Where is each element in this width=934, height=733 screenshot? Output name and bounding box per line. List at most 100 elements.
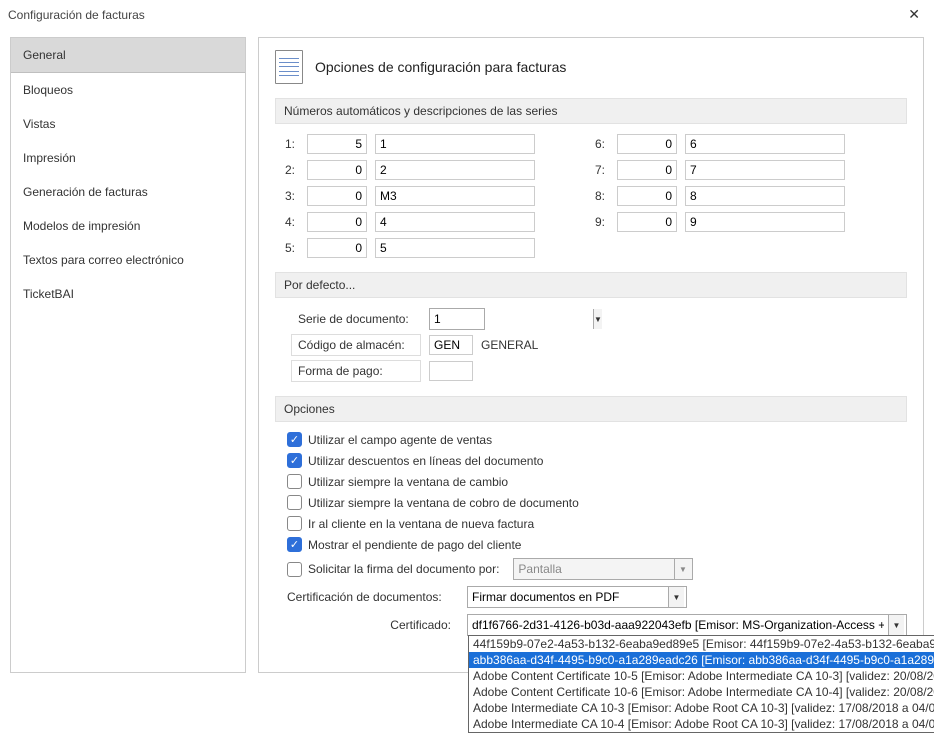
- sidebar-item-6[interactable]: Textos para correo electrónico: [11, 243, 245, 277]
- sidebar-item-1[interactable]: Bloqueos: [11, 73, 245, 107]
- series-num-input[interactable]: [617, 134, 677, 154]
- series-idx: 1:: [285, 137, 299, 151]
- option-checkbox-4[interactable]: [287, 516, 302, 531]
- cert-mode-label: Certificación de documentos:: [287, 590, 457, 604]
- sidebar-item-0[interactable]: General: [11, 38, 245, 73]
- cert-label: Certificado:: [287, 618, 457, 632]
- option-checkbox-2[interactable]: [287, 474, 302, 489]
- cert-select-value[interactable]: [468, 615, 888, 635]
- series-grid: 1: 2: 3: 4: 5: 6: 7: 8: 9:: [275, 134, 907, 258]
- section-defaults-title: Por defecto...: [275, 272, 907, 298]
- sidebar-item-5[interactable]: Modelos de impresión: [11, 209, 245, 243]
- option-checkbox-0[interactable]: ✓: [287, 432, 302, 447]
- cert-dropdown-item-1[interactable]: abb386aa-d34f-4495-b9c0-a1a289eadc26 [Em…: [469, 652, 934, 668]
- series-num-input[interactable]: [307, 212, 367, 232]
- chevron-down-icon[interactable]: ▼: [668, 587, 684, 607]
- sidebar-item-2[interactable]: Vistas: [11, 107, 245, 141]
- series-idx: 9:: [595, 215, 609, 229]
- series-desc-input[interactable]: [685, 186, 845, 206]
- serie-select-value[interactable]: [430, 309, 593, 329]
- cert-mode-value[interactable]: [468, 587, 668, 607]
- series-row-9: 9:: [595, 212, 845, 232]
- option-label-2: Utilizar siempre la ventana de cambio: [308, 475, 508, 489]
- series-row-4: 4:: [285, 212, 535, 232]
- chevron-down-icon[interactable]: ▼: [674, 559, 690, 579]
- series-row-1: 1:: [285, 134, 535, 154]
- sidebar-item-7[interactable]: TicketBAI: [11, 277, 245, 311]
- series-idx: 3:: [285, 189, 299, 203]
- option-label-1: Utilizar descuentos en líneas del docume…: [308, 454, 543, 468]
- cert-dropdown-item-5[interactable]: Adobe Intermediate CA 10-4 [Emisor: Adob…: [469, 716, 934, 732]
- firma-medium-value[interactable]: [514, 559, 674, 579]
- option-row-6: Solicitar la firma del documento por: ▼: [287, 558, 907, 580]
- series-idx: 5:: [285, 241, 299, 255]
- series-num-input[interactable]: [307, 186, 367, 206]
- firma-medium-select[interactable]: ▼: [513, 558, 693, 580]
- option-label-0: Utilizar el campo agente de ventas: [308, 433, 492, 447]
- option-label-5: Mostrar el pendiente de pago del cliente: [308, 538, 521, 552]
- series-idx: 2:: [285, 163, 299, 177]
- sidebar-item-4[interactable]: Generación de facturas: [11, 175, 245, 209]
- content: GeneralBloqueosVistasImpresiónGeneración…: [0, 33, 934, 683]
- sidebar: GeneralBloqueosVistasImpresiónGeneración…: [10, 37, 246, 673]
- series-num-input[interactable]: [617, 160, 677, 180]
- series-idx: 7:: [595, 163, 609, 177]
- chevron-down-icon[interactable]: ▼: [888, 615, 904, 635]
- series-row-3: 3:: [285, 186, 535, 206]
- fpago-field[interactable]: [429, 361, 473, 381]
- series-desc-input[interactable]: [375, 238, 535, 258]
- almacen-label: Código de almacén:: [291, 334, 421, 356]
- option-row-2: Utilizar siempre la ventana de cambio: [287, 474, 907, 489]
- option-label-4: Ir al cliente en la ventana de nueva fac…: [308, 517, 534, 531]
- series-desc-input[interactable]: [685, 134, 845, 154]
- series-num-input[interactable]: [307, 238, 367, 258]
- option-row-4: Ir al cliente en la ventana de nueva fac…: [287, 516, 907, 531]
- option-checkbox-3[interactable]: [287, 495, 302, 510]
- serie-select[interactable]: ▼: [429, 308, 485, 330]
- cert-dropdown-item-3[interactable]: Adobe Content Certificate 10-6 [Emisor: …: [469, 684, 934, 700]
- close-icon[interactable]: ✕: [902, 6, 926, 23]
- almacen-desc: GENERAL: [481, 338, 538, 352]
- option-checkbox-6[interactable]: [287, 562, 302, 577]
- almacen-field[interactable]: [429, 335, 473, 355]
- series-row-2: 2:: [285, 160, 535, 180]
- option-checkbox-1[interactable]: ✓: [287, 453, 302, 468]
- series-desc-input[interactable]: [685, 212, 845, 232]
- panel-title: Opciones de configuración para facturas: [315, 59, 566, 75]
- option-row-3: Utilizar siempre la ventana de cobro de …: [287, 495, 907, 510]
- window-title: Configuración de facturas: [8, 8, 145, 22]
- panel-header: Opciones de configuración para facturas: [275, 50, 907, 84]
- option-checkbox-5[interactable]: ✓: [287, 537, 302, 552]
- window: Configuración de facturas ✕ GeneralBloqu…: [0, 0, 934, 695]
- chevron-down-icon[interactable]: ▼: [593, 309, 602, 329]
- series-desc-input[interactable]: [685, 160, 845, 180]
- cert-dropdown-item-2[interactable]: Adobe Content Certificate 10-5 [Emisor: …: [469, 668, 934, 684]
- section-options-title: Opciones: [275, 396, 907, 422]
- series-desc-input[interactable]: [375, 186, 535, 206]
- cert-dropdown-item-4[interactable]: Adobe Intermediate CA 10-3 [Emisor: Adob…: [469, 700, 934, 716]
- series-idx: 4:: [285, 215, 299, 229]
- cert-dropdown-item-0[interactable]: 44f159b9-07e2-4a53-b132-6eaba9ed89e5 [Em…: [469, 636, 934, 652]
- series-row-6: 6:: [595, 134, 845, 154]
- series-idx: 8:: [595, 189, 609, 203]
- series-desc-input[interactable]: [375, 212, 535, 232]
- series-row-8: 8:: [595, 186, 845, 206]
- series-num-input[interactable]: [617, 212, 677, 232]
- serie-label: Serie de documento:: [291, 308, 421, 330]
- series-row-7: 7:: [595, 160, 845, 180]
- series-num-input[interactable]: [617, 186, 677, 206]
- option-label-6: Solicitar la firma del documento por:: [308, 562, 499, 576]
- series-num-input[interactable]: [307, 134, 367, 154]
- series-desc-input[interactable]: [375, 160, 535, 180]
- series-desc-input[interactable]: [375, 134, 535, 154]
- cert-dropdown-list[interactable]: 44f159b9-07e2-4a53-b132-6eaba9ed89e5 [Em…: [468, 635, 934, 733]
- sidebar-item-3[interactable]: Impresión: [11, 141, 245, 175]
- cert-mode-select[interactable]: ▼: [467, 586, 687, 608]
- option-row-1: ✓ Utilizar descuentos en líneas del docum…: [287, 453, 907, 468]
- cert-select[interactable]: ▼ 44f159b9-07e2-4a53-b132-6eaba9ed89e5 […: [467, 614, 907, 636]
- series-row-5: 5:: [285, 238, 535, 258]
- series-num-input[interactable]: [307, 160, 367, 180]
- options-block: ✓ Utilizar el campo agente de ventas ✓ Util…: [275, 432, 907, 580]
- main-panel: Opciones de configuración para facturas …: [258, 37, 924, 673]
- option-row-5: ✓ Mostrar el pendiente de pago del client…: [287, 537, 907, 552]
